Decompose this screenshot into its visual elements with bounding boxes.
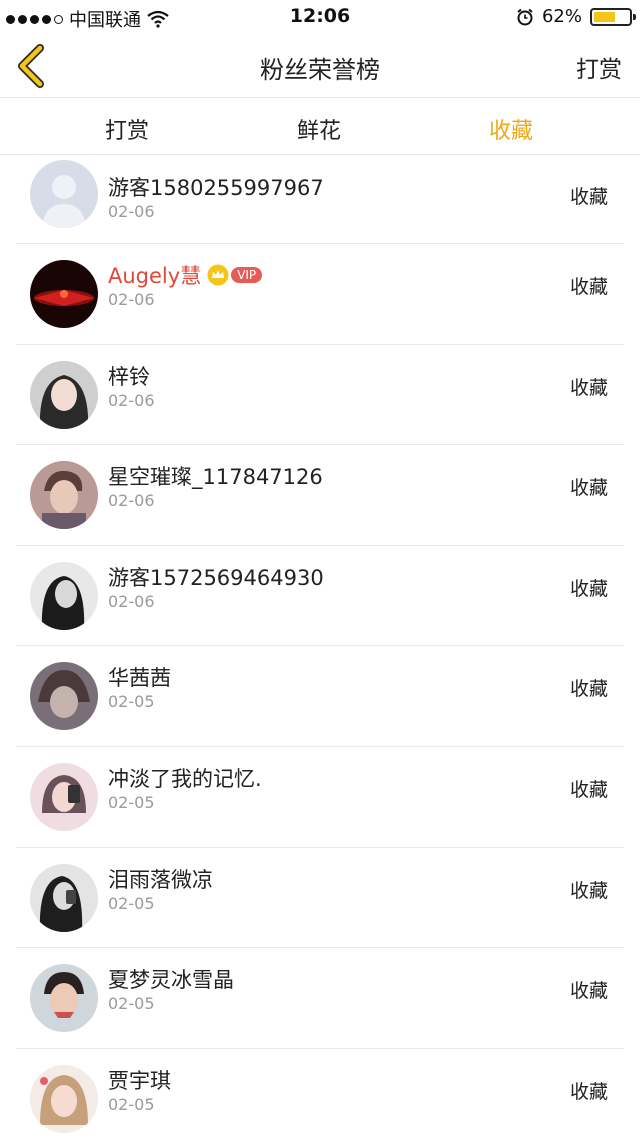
- avatar: [30, 662, 98, 731]
- avatar: [30, 1064, 98, 1133]
- list-item[interactable]: 星空璀璨_117847126 02-06 收藏: [16, 445, 624, 546]
- date-label: 02-06: [108, 491, 155, 511]
- user-name: 贾宇琪: [108, 1068, 171, 1093]
- favorite-label: 收藏: [569, 778, 608, 801]
- crown-icon: [207, 264, 229, 286]
- date-label: 02-05: [108, 792, 155, 812]
- nav-bar: 粉丝荣誉榜 打赏: [0, 34, 640, 98]
- alarm-icon: [517, 8, 533, 25]
- favorite-label: 收藏: [569, 980, 608, 1003]
- battery-icon: [590, 7, 636, 26]
- favorite-label: 收藏: [569, 186, 608, 208]
- favorite-label: 收藏: [569, 678, 608, 701]
- tab-reward[interactable]: 打赏: [67, 113, 187, 145]
- date-label: 02-06: [108, 390, 155, 410]
- avatar: [30, 762, 98, 831]
- list-item[interactable]: 游客1580255997967 02-06 收藏: [16, 156, 624, 244]
- list-item[interactable]: 泪雨落微凉 02-05 收藏: [16, 848, 624, 949]
- date-label: 02-05: [108, 994, 155, 1014]
- list-item[interactable]: 冲淡了我的记忆. 02-05 收藏: [16, 747, 624, 848]
- date-label: 02-06: [108, 591, 155, 611]
- list-item[interactable]: 夏梦灵冰雪晶 02-05 收藏: [16, 948, 624, 1049]
- date-label: 02-05: [108, 1094, 155, 1114]
- battery-percent: 62%: [541, 6, 582, 27]
- avatar: [30, 160, 98, 228]
- user-name: 星空璀璨_117847126: [108, 465, 323, 490]
- tab-flowers[interactable]: 鲜花: [259, 113, 379, 145]
- favorite-label: 收藏: [569, 376, 608, 399]
- user-name: 梓铃: [108, 364, 150, 389]
- favorite-label: 收藏: [569, 477, 608, 500]
- user-name: 冲淡了我的记忆.: [108, 766, 262, 791]
- list-item[interactable]: 梓铃 02-06 收藏: [16, 345, 624, 446]
- avatar: [30, 863, 98, 932]
- date-label: 02-06: [108, 290, 155, 309]
- page-title: 粉丝荣誉榜: [260, 56, 380, 84]
- avatar: [30, 964, 98, 1033]
- date-label: 02-05: [108, 893, 155, 913]
- favorite-label: 收藏: [569, 879, 608, 902]
- list-item[interactable]: Augely慧 VIP 02-06 收藏: [16, 244, 624, 345]
- list-item[interactable]: 贾宇琪 02-05 收藏: [16, 1049, 624, 1138]
- list-item[interactable]: 游客1572569464930 02-06 收藏: [16, 546, 624, 647]
- user-name: 华茜茜: [108, 666, 171, 691]
- fan-list: 游客1580255997967 02-06 收藏 Augely慧 VIP 02-…: [0, 156, 640, 1138]
- reward-button[interactable]: 打赏: [576, 50, 622, 84]
- tab-favorites[interactable]: 收藏: [451, 113, 571, 145]
- tab-bar: 打赏 鲜花 收藏: [0, 99, 640, 155]
- avatar: [30, 561, 98, 630]
- user-name: 夏梦灵冰雪晶: [108, 968, 234, 993]
- vip-badge: VIP: [231, 267, 263, 283]
- favorite-label: 收藏: [569, 276, 608, 298]
- avatar: [30, 360, 98, 429]
- list-item[interactable]: 华茜茜 02-05 收藏: [16, 646, 624, 747]
- user-name: Augely慧: [108, 264, 202, 288]
- user-name: 泪雨落微凉: [108, 867, 213, 892]
- status-bar: 中国联通 12:06 62%: [0, 0, 640, 34]
- date-label: 02-06: [108, 202, 155, 221]
- avatar: [30, 461, 98, 530]
- user-name: 游客1572569464930: [108, 565, 324, 590]
- date-label: 02-05: [108, 692, 155, 712]
- favorite-label: 收藏: [569, 577, 608, 600]
- avatar: [30, 260, 98, 328]
- user-name: 游客1580255997967: [108, 176, 324, 200]
- status-right: 62%: [516, 6, 636, 27]
- favorite-label: 收藏: [569, 1080, 608, 1103]
